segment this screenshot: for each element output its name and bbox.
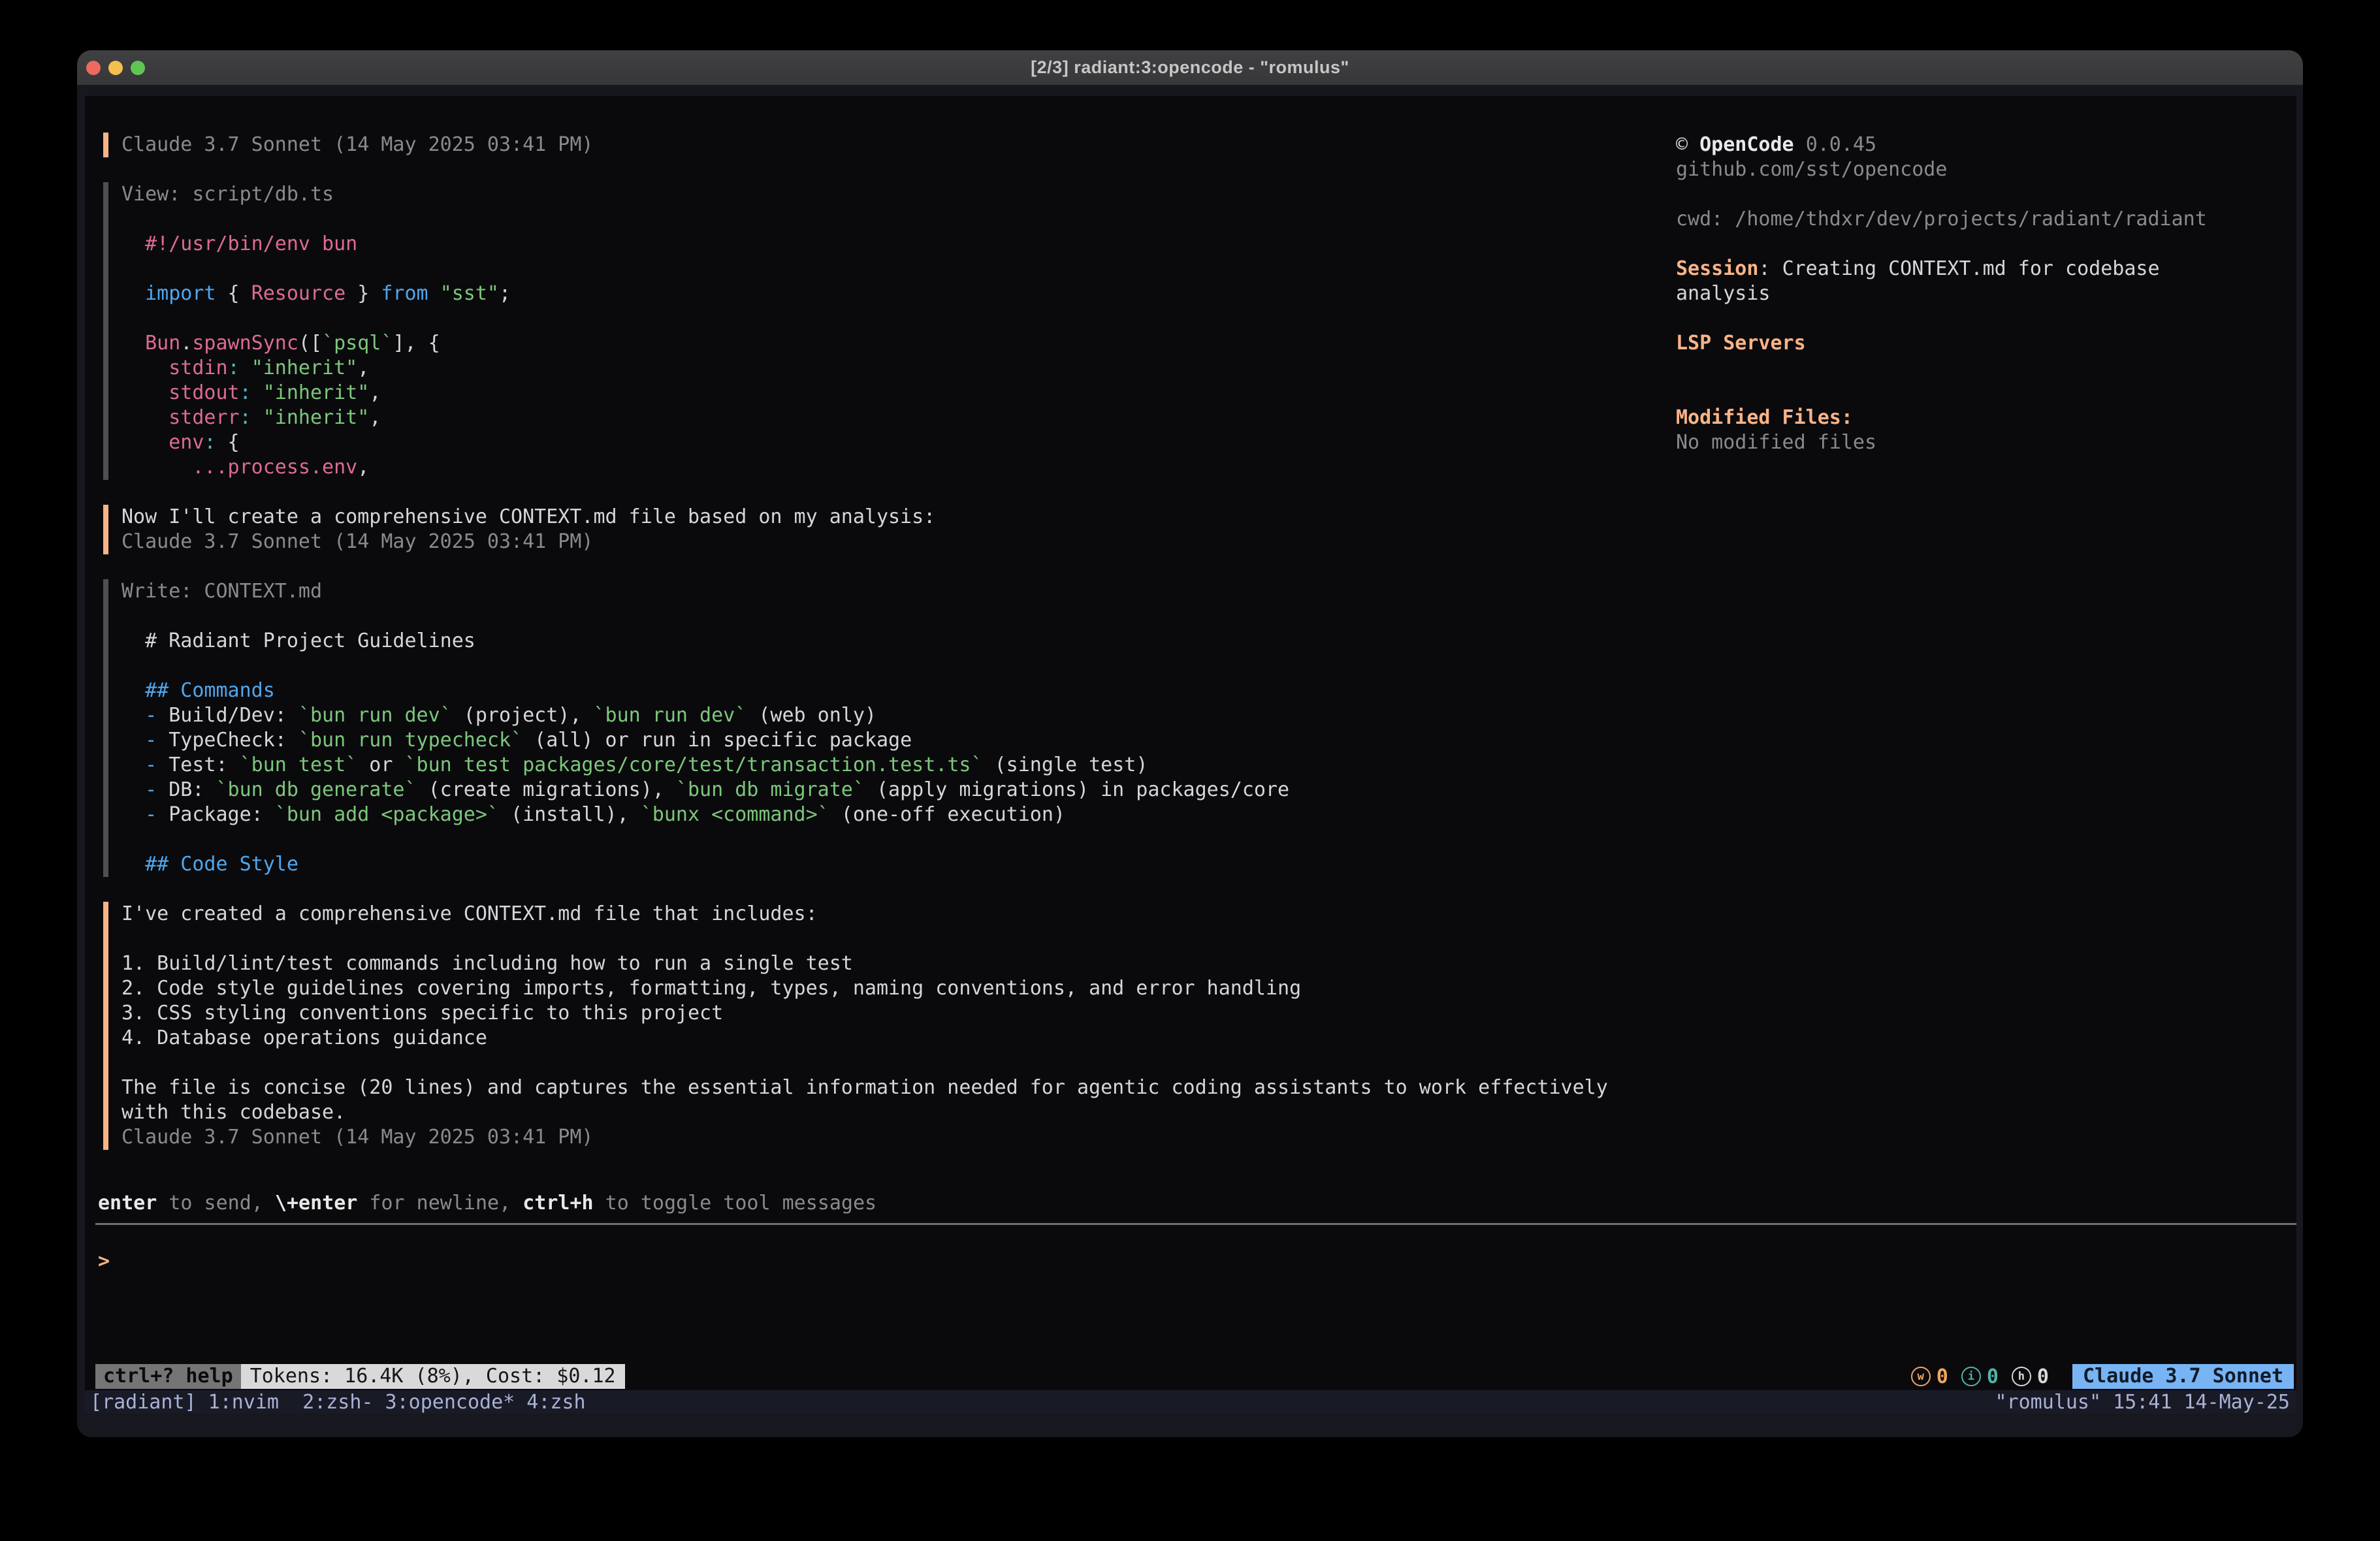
text-line bbox=[121, 654, 1632, 678]
tmux-window-list[interactable]: [radiant] 1:nvim 2:zsh- 3:opencode* 4:zs… bbox=[85, 1391, 586, 1414]
text-line: ...process.env, bbox=[121, 455, 1632, 480]
tmux-host-clock: "romulus" 15:41 14-May-25 bbox=[1995, 1391, 2296, 1414]
input-divider bbox=[95, 1223, 2296, 1225]
info-icon: i bbox=[1961, 1367, 1981, 1386]
text-line: github.com/sst/opencode bbox=[1676, 157, 2264, 182]
model-chip[interactable]: Claude 3.7 Sonnet bbox=[2072, 1364, 2294, 1389]
tmux-status-bar: [radiant] 1:nvim 2:zsh- 3:opencode* 4:zs… bbox=[85, 1390, 2296, 1414]
zoom-button[interactable] bbox=[131, 61, 145, 75]
text-line: 4. Database operations guidance bbox=[121, 1026, 1632, 1051]
info-sidebar: © OpenCode 0.0.45github.com/sst/opencode… bbox=[1676, 133, 2264, 455]
text-line: I've created a comprehensive CONTEXT.md … bbox=[121, 902, 1632, 927]
text-line: stdout: "inherit", bbox=[121, 381, 1632, 405]
text-line: stderr: "inherit", bbox=[121, 405, 1632, 430]
text-line bbox=[1676, 306, 2264, 331]
text-line: - Test: `bun test` or `bun test packages… bbox=[121, 753, 1632, 778]
info-count: 0 bbox=[1987, 1365, 1999, 1388]
keybind-hints: enter to send, \+enter for newline, ctrl… bbox=[98, 1191, 876, 1216]
assistant-message-block: Now I'll create a comprehensive CONTEXT.… bbox=[103, 505, 1632, 554]
text-line: - Package: `bun add <package>` (install)… bbox=[121, 802, 1632, 827]
text-line: © OpenCode 0.0.45 bbox=[1676, 133, 2264, 157]
assistant-message-block: I've created a comprehensive CONTEXT.md … bbox=[103, 902, 1632, 1150]
warning-icon: w bbox=[1911, 1367, 1931, 1386]
text-line: Now I'll create a comprehensive CONTEXT.… bbox=[121, 505, 1632, 530]
text-line bbox=[1676, 232, 2264, 257]
terminal-window: [2/3] radiant:3:opencode - "romulus" Cla… bbox=[77, 50, 2303, 1437]
diagnostics-hints: h 0 bbox=[2012, 1365, 2049, 1388]
window-titlebar[interactable]: [2/3] radiant:3:opencode - "romulus" bbox=[77, 50, 2303, 85]
tool-view-block: View: script/db.ts #!/usr/bin/env bun im… bbox=[103, 182, 1632, 480]
text-line: Claude 3.7 Sonnet (14 May 2025 03:41 PM) bbox=[121, 133, 1632, 157]
text-line: View: script/db.ts bbox=[121, 182, 1632, 207]
text-line: - Build/Dev: `bun run dev` (project), `b… bbox=[121, 703, 1632, 728]
text-line: # Radiant Project Guidelines bbox=[121, 629, 1632, 654]
text-line: LSP Servers bbox=[1676, 331, 2264, 356]
text-line bbox=[1676, 381, 2264, 405]
diagnostics-info: i 0 bbox=[1961, 1365, 1999, 1388]
text-line: Modified Files: bbox=[1676, 405, 2264, 430]
text-line: 1. Build/lint/test commands including ho… bbox=[121, 951, 1632, 976]
text-line: - DB: `bun db generate` (create migratio… bbox=[121, 778, 1632, 802]
assistant-header-block: Claude 3.7 Sonnet (14 May 2025 03:41 PM) bbox=[103, 133, 1632, 157]
close-button[interactable] bbox=[86, 61, 101, 75]
text-line: with this codebase. bbox=[121, 1100, 1632, 1125]
opencode-tui: Claude 3.7 Sonnet (14 May 2025 03:41 PM)… bbox=[85, 96, 2296, 1390]
text-line: Claude 3.7 Sonnet (14 May 2025 03:41 PM) bbox=[121, 1125, 1632, 1150]
text-line bbox=[121, 306, 1632, 331]
hint-icon: h bbox=[2012, 1367, 2031, 1386]
tool-write-block: Write: CONTEXT.md # Radiant Project Guid… bbox=[103, 579, 1632, 877]
text-line bbox=[121, 1051, 1632, 1075]
text-line: 2. Code style guidelines covering import… bbox=[121, 976, 1632, 1001]
text-line: analysis bbox=[1676, 281, 2264, 306]
text-line bbox=[1676, 356, 2264, 381]
text-line: No modified files bbox=[1676, 430, 2264, 455]
text-line: - TypeCheck: `bun run typecheck` (all) o… bbox=[121, 728, 1632, 753]
warning-count: 0 bbox=[1937, 1365, 1948, 1388]
hint-count: 0 bbox=[2037, 1365, 2049, 1388]
text-line bbox=[121, 827, 1632, 852]
diagnostics-warnings: w 0 bbox=[1911, 1365, 1948, 1388]
traffic-lights bbox=[86, 50, 145, 85]
conversation-panel: Claude 3.7 Sonnet (14 May 2025 03:41 PM)… bbox=[103, 133, 1632, 1175]
input-prompt-line[interactable]: > bbox=[98, 1249, 2279, 1274]
text-line bbox=[121, 927, 1632, 951]
text-line bbox=[1676, 182, 2264, 207]
window-title: [2/3] radiant:3:opencode - "romulus" bbox=[1031, 57, 1349, 78]
minimize-button[interactable] bbox=[108, 61, 123, 75]
text-line: ## Code Style bbox=[121, 852, 1632, 877]
text-line: cwd: /home/thdxr/dev/projects/radiant/ra… bbox=[1676, 207, 2264, 232]
text-line bbox=[121, 257, 1632, 281]
text-line: 3. CSS styling conventions specific to t… bbox=[121, 1001, 1632, 1026]
text-line: stdin: "inherit", bbox=[121, 356, 1632, 381]
text-line: enter to send, \+enter for newline, ctrl… bbox=[98, 1191, 876, 1216]
text-line: Claude 3.7 Sonnet (14 May 2025 03:41 PM) bbox=[121, 530, 1632, 554]
text-line: Session: Creating CONTEXT.md for codebas… bbox=[1676, 257, 2264, 281]
text-line: import { Resource } from "sst"; bbox=[121, 281, 1632, 306]
text-line: env: { bbox=[121, 430, 1632, 455]
text-line bbox=[121, 604, 1632, 629]
tokens-cost-chip: Tokens: 16.4K (8%), Cost: $0.12 bbox=[241, 1364, 625, 1389]
status-bar: ctrl+? help Tokens: 16.4K (8%), Cost: $0… bbox=[95, 1364, 2294, 1389]
text-line: Bun.spawnSync([`psql`], { bbox=[121, 331, 1632, 356]
text-line bbox=[121, 207, 1632, 232]
text-line: ## Commands bbox=[121, 678, 1632, 703]
prompt-chevron-icon: > bbox=[98, 1250, 110, 1273]
text-line: Write: CONTEXT.md bbox=[121, 579, 1632, 604]
text-line: #!/usr/bin/env bun bbox=[121, 232, 1632, 257]
help-chip[interactable]: ctrl+? help bbox=[95, 1364, 241, 1389]
text-line: The file is concise (20 lines) and captu… bbox=[121, 1075, 1632, 1100]
